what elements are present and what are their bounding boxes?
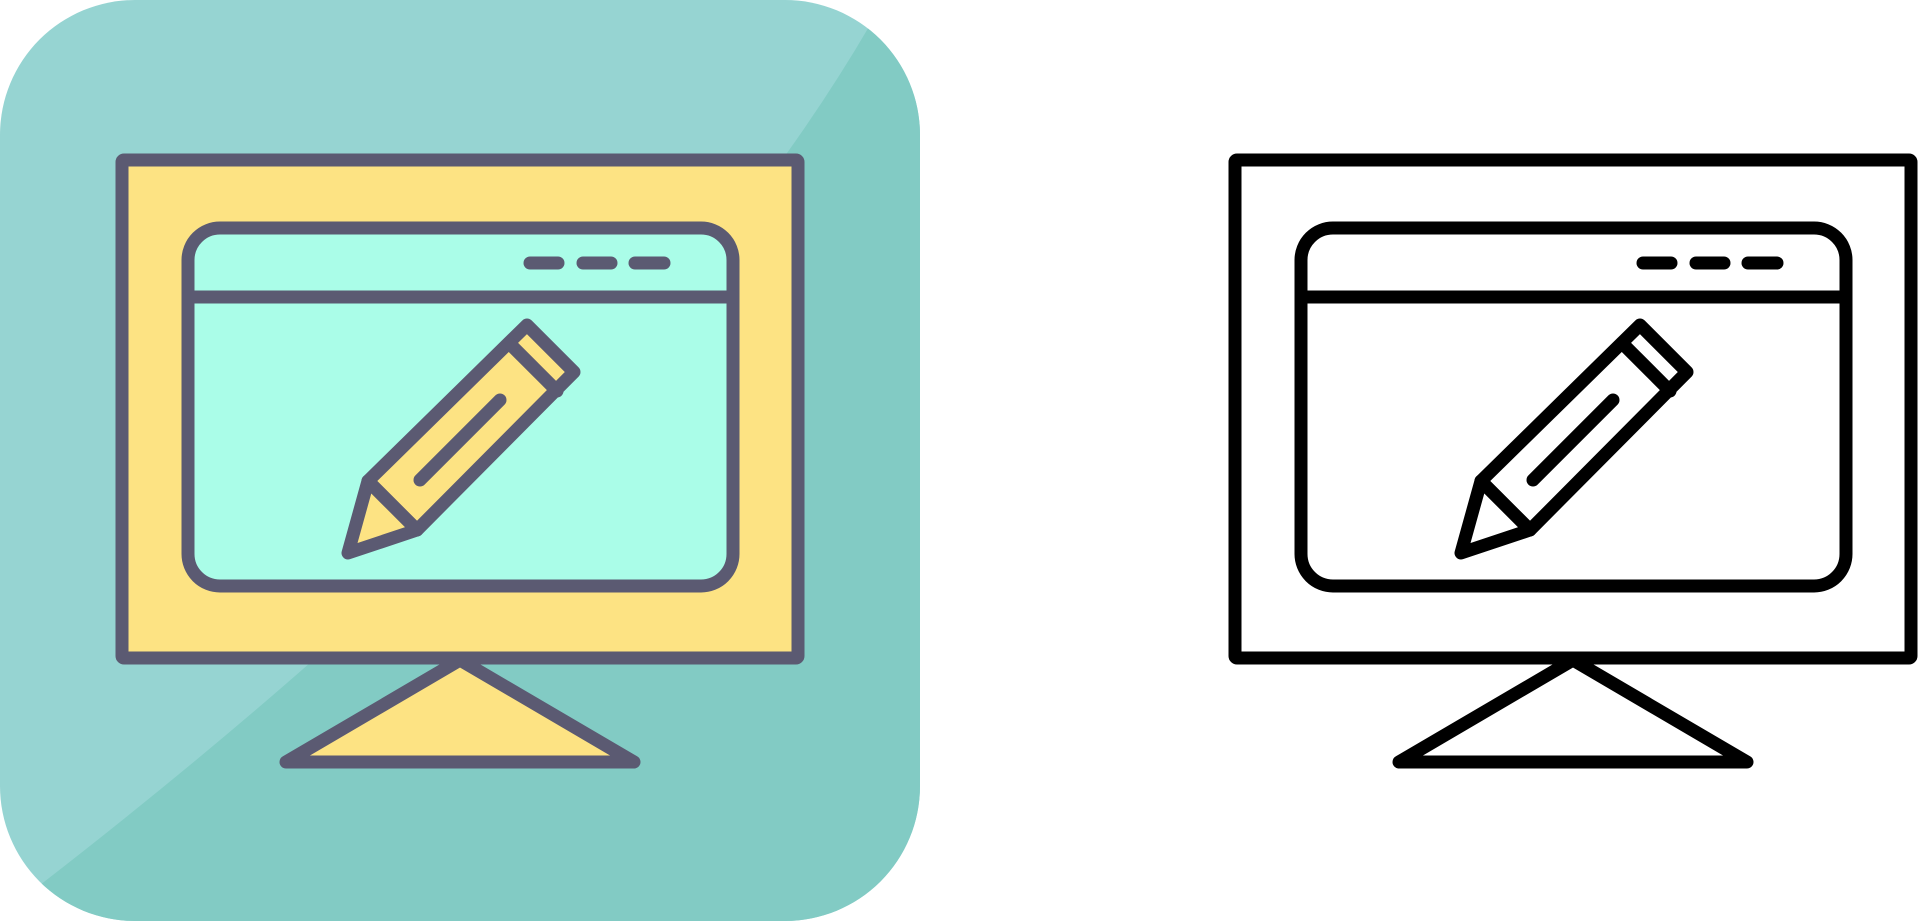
monitor-pencil-icon-color	[0, 0, 920, 921]
monitor-stand-outline	[1392, 653, 1754, 769]
monitor-pencil-icon-outline	[1228, 153, 1918, 769]
icon-set-svg	[0, 0, 1918, 921]
icon-comparison-canvas	[0, 0, 1920, 921]
